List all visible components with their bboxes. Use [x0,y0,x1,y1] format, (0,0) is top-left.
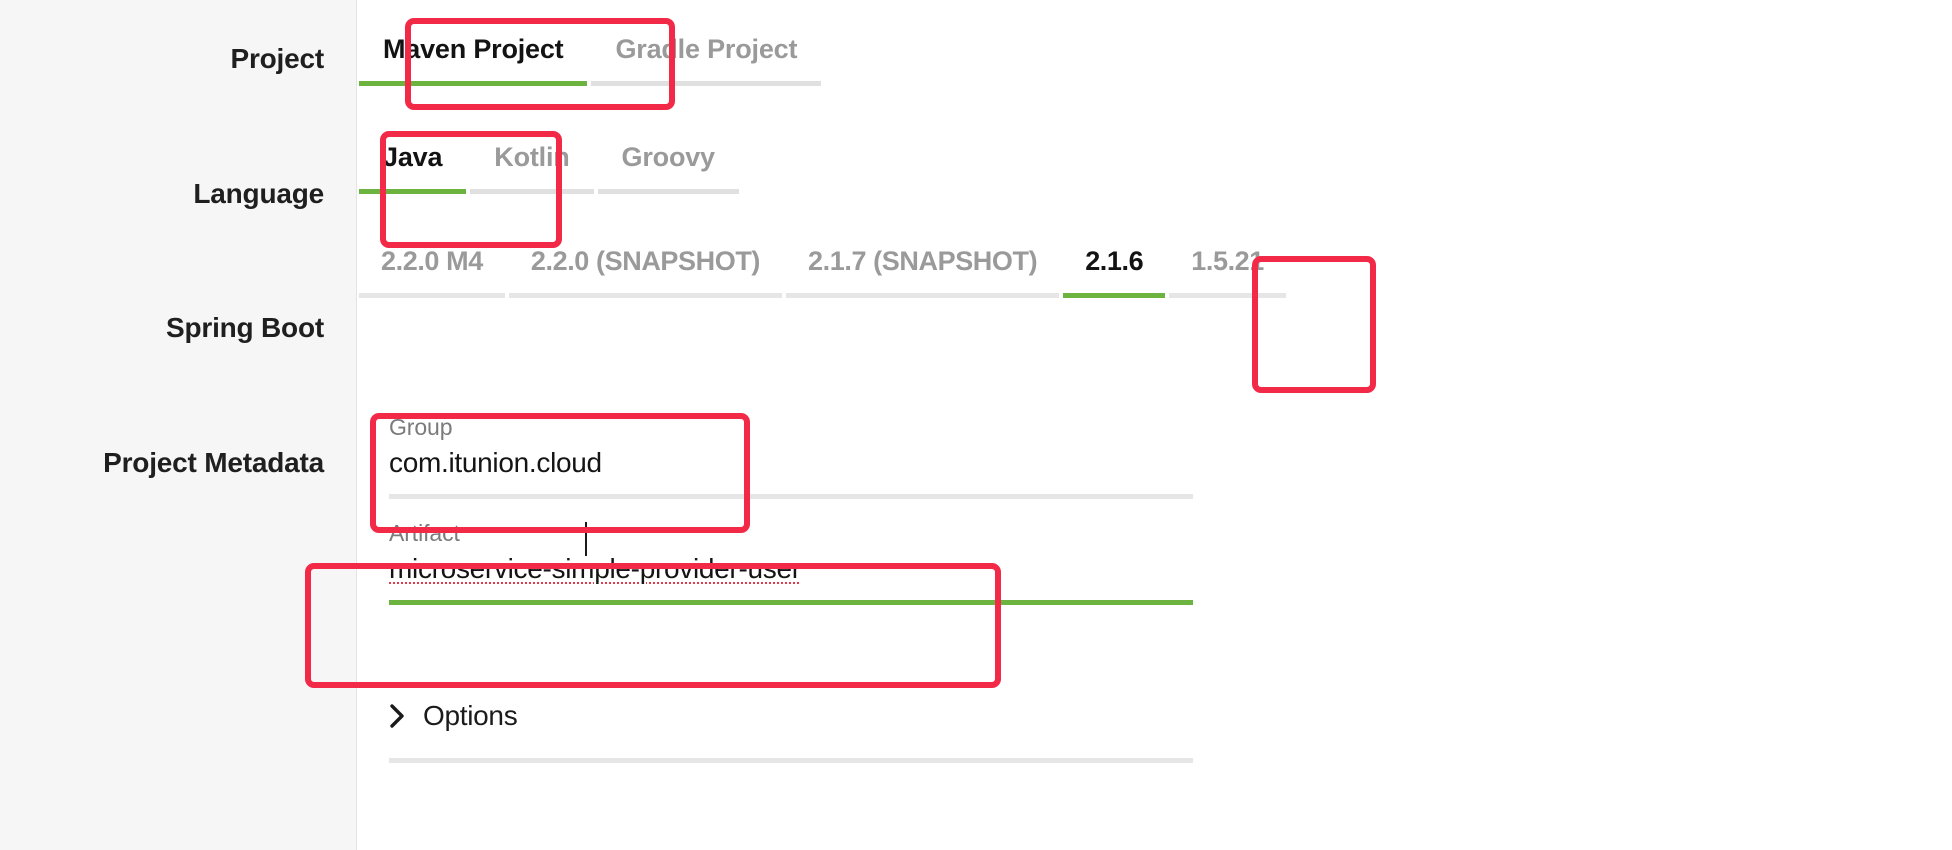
version-option-220-snapshot[interactable]: 2.2.0 (SNAPSHOT) [507,232,784,298]
language-option-kotlin-indicator [470,189,594,194]
row-label-language: Language [193,178,324,209]
project-option-gradle-label: Gradle Project [615,34,798,64]
row-label-spring-boot: Spring Boot [166,312,324,343]
version-option-217-snapshot-indicator [786,293,1060,298]
version-option-220-m4-indicator [359,293,505,298]
initializr-form: Project Language Spring Boot Project Met… [0,0,1952,850]
project-option-gradle-indicator [591,81,822,86]
project-type-group: Maven Project Gradle Project [357,20,823,86]
group-field-caption: Group [389,414,453,440]
artifact-field[interactable]: Artifact microservice-simple-provider-us… [357,518,1193,605]
version-option-216[interactable]: 2.1.6 [1061,232,1167,298]
artifact-field-underline [389,600,1193,605]
language-group: Java Kotlin Groovy [357,128,741,194]
row-label-project: Project [230,43,324,74]
version-option-1521-indicator [1169,293,1286,298]
options-toggle[interactable]: Options [357,700,1193,732]
form-label-column: Project Language Spring Boot Project Met… [0,0,357,850]
options-row: Options [357,700,1193,763]
text-caret [585,522,587,556]
version-option-220-m4[interactable]: 2.2.0 M4 [357,232,507,298]
version-option-1521-label: 1.5.21 [1191,246,1264,276]
group-field-underline [389,494,1193,499]
artifact-field-caption: Artifact [389,520,460,546]
group-field[interactable]: Group com.itunion.cloud [357,412,1193,499]
language-option-java-indicator [359,189,467,194]
language-option-java[interactable]: Java [357,128,468,194]
language-option-groovy[interactable]: Groovy [596,128,741,194]
version-option-1521[interactable]: 1.5.21 [1167,232,1288,298]
language-option-java-label: Java [383,142,443,172]
project-option-maven-indicator [359,81,588,86]
language-option-kotlin-label: Kotlin [494,142,570,172]
project-option-gradle[interactable]: Gradle Project [589,20,823,86]
project-option-maven-label: Maven Project [383,34,564,64]
version-option-216-label: 2.1.6 [1085,246,1144,276]
version-option-220-snapshot-indicator [508,293,783,298]
version-option-220-snapshot-label: 2.2.0 (SNAPSHOT) [530,246,761,276]
artifact-field-value[interactable]: microservice-simple-provider-user [357,548,1193,590]
version-option-220-m4-label: 2.2.0 M4 [381,246,483,276]
project-option-maven[interactable]: Maven Project [357,20,589,86]
spring-boot-version-group: 2.2.0 M4 2.2.0 (SNAPSHOT) 2.1.7 (SNAPSHO… [357,232,1288,298]
options-label: Options [423,700,518,731]
version-option-217-snapshot-label: 2.1.7 (SNAPSHOT) [808,246,1038,276]
language-option-groovy-indicator [597,189,739,194]
group-field-value[interactable]: com.itunion.cloud [357,442,1193,484]
form-content-column: Maven Project Gradle Project Java Kotlin… [357,0,1952,850]
version-option-216-indicator [1063,293,1166,298]
row-label-project-metadata: Project Metadata [103,447,324,478]
language-option-kotlin[interactable]: Kotlin [468,128,595,194]
version-option-217-snapshot[interactable]: 2.1.7 (SNAPSHOT) [784,232,1061,298]
language-option-groovy-label: Groovy [621,142,716,172]
options-underline [389,758,1193,763]
chevron-right-icon [389,703,407,729]
